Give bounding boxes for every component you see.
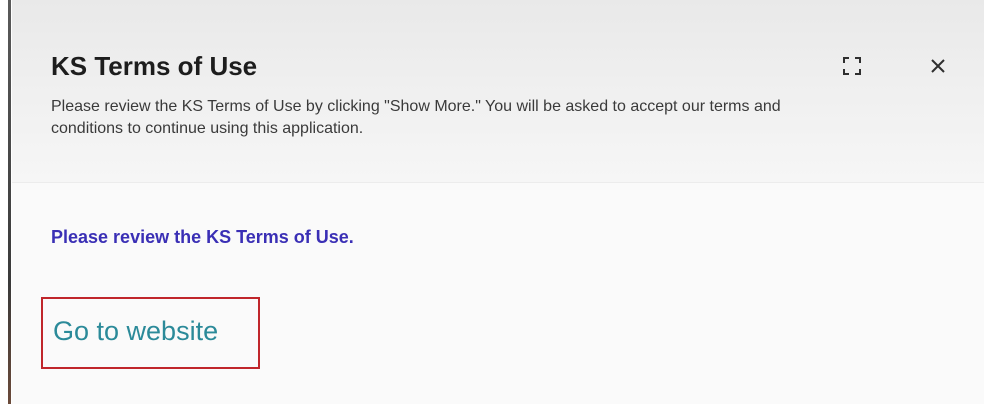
expand-icon — [843, 56, 861, 80]
website-link-highlight: Go to website — [41, 297, 260, 369]
go-to-website-link[interactable]: Go to website — [53, 316, 218, 347]
dialog-subtitle: Please review the KS Terms of Use by cli… — [51, 98, 781, 137]
dialog-body: Please review the KS Terms of Use. Go to… — [12, 183, 984, 404]
close-icon — [930, 58, 946, 79]
review-terms-text: Please review the KS Terms of Use. — [51, 227, 354, 247]
dialog-title: KS Terms of Use — [51, 51, 258, 81]
screen: KS Terms of Use Please review the KS Ter… — [0, 0, 984, 404]
close-button[interactable] — [922, 52, 954, 84]
expand-button[interactable] — [836, 52, 868, 84]
terms-dialog: KS Terms of Use Please review the KS Ter… — [12, 0, 984, 404]
dialog-header: KS Terms of Use Please review the KS Ter… — [12, 0, 984, 183]
left-page-edge — [0, 0, 11, 404]
